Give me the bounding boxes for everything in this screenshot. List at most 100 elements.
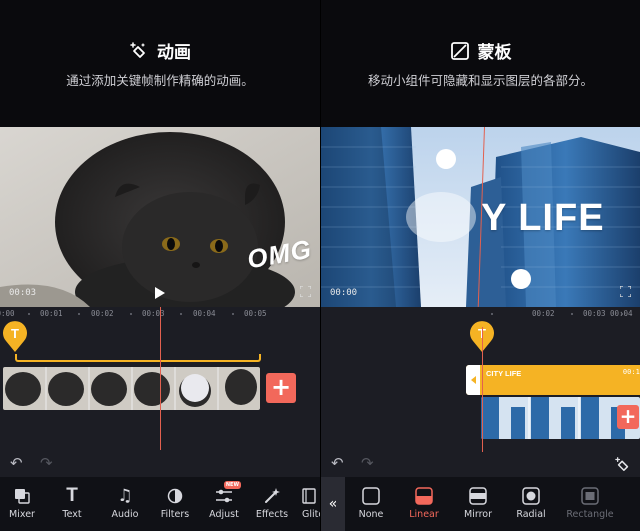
mask-handle-top[interactable] — [436, 149, 456, 169]
mask-header: 蒙板 移动小组件可隐藏和显示图层的各部分。 — [321, 0, 640, 127]
video-current-time: 00:00 — [330, 288, 358, 298]
fullscreen-icon[interactable] — [300, 286, 311, 297]
animation-header: 动画 通过添加关键帧制作精确的动画。 — [0, 0, 320, 127]
collapse-button[interactable]: « — [321, 477, 345, 531]
new-badge: NEW — [223, 481, 241, 489]
add-clip-button[interactable]: + — [617, 405, 639, 429]
undo-icon[interactable]: ↶ — [10, 454, 23, 472]
mask-handle-bottom[interactable] — [511, 269, 531, 289]
tool-filters[interactable]: Filters — [150, 477, 200, 531]
clip-thumbnails — [3, 367, 260, 410]
ruler-label: 00:02 — [532, 309, 555, 318]
animation-subtitle: 通过添加关键帧制作精确的动画。 — [66, 73, 254, 88]
linear-mask-icon — [415, 487, 433, 505]
radial-mask-icon — [522, 487, 540, 505]
magic-wand-icon — [265, 488, 280, 503]
ruler-label: 00:00 — [0, 309, 15, 318]
cat-video-frame — [0, 127, 320, 307]
ruler-dot — [28, 313, 30, 315]
tool-effects[interactable]: Effects — [248, 477, 296, 531]
mask-option-rectangle[interactable]: Rectangle — [557, 477, 623, 531]
main-toolbar: Mixer T Text ♫ Audio Filters NEW Adjust … — [0, 477, 320, 531]
mask-editor: Y LIFE 00:00 00:02 00:03 00:04 T CITY LI… — [321, 127, 640, 531]
tool-audio[interactable]: ♫ Audio — [100, 477, 150, 531]
animation-title-row: 动画 — [0, 38, 320, 63]
redo-icon[interactable]: ↷ — [40, 454, 53, 472]
mask-option-mirror[interactable]: Mirror — [451, 477, 505, 531]
mask-option-none[interactable]: None — [345, 477, 397, 531]
animation-title: 动画 — [157, 43, 191, 63]
mask-option-label: None — [358, 509, 384, 520]
mask-title-row: 蒙板 — [321, 38, 640, 63]
trim-left-icon — [471, 376, 476, 384]
playhead[interactable] — [160, 307, 161, 450]
tool-label: Effects — [255, 509, 289, 520]
mask-toolbar: « None Linear Mirror Radial Rectangle — [321, 477, 640, 531]
keyframe-handle[interactable] — [181, 374, 209, 402]
ruler-label: 00:01 — [40, 309, 63, 318]
video-current-time: 00:03 — [9, 288, 37, 298]
mask-option-label: Mirror — [464, 509, 492, 520]
none-mask-icon — [362, 487, 380, 505]
ruler-label: 00:05 — [244, 309, 267, 318]
music-note-icon: ♫ — [117, 486, 133, 506]
ruler-dot — [232, 313, 234, 315]
text-clip-range[interactable] — [15, 354, 261, 362]
clip-title: CITY LIFE — [486, 369, 522, 378]
tool-label: Filters — [160, 509, 190, 520]
tool-mixer[interactable]: Mixer — [0, 477, 44, 531]
glitch-icon — [302, 488, 316, 504]
tool-label: Mixer — [9, 509, 35, 520]
play-icon[interactable] — [155, 287, 165, 299]
add-clip-button[interactable]: + — [266, 373, 296, 403]
filters-icon — [167, 488, 183, 504]
double-chevron-left-icon: « — [328, 496, 338, 512]
ruler-dot — [491, 313, 493, 315]
mask-title: 蒙板 — [477, 43, 512, 63]
text-keyframe-pin[interactable]: T — [1, 319, 29, 353]
text-icon: T — [66, 485, 78, 506]
ruler-label: 00:03 — [142, 309, 165, 318]
undo-icon[interactable]: ↶ — [331, 454, 344, 472]
adjust-icon — [216, 489, 232, 503]
ruler-dot — [571, 313, 573, 315]
clip-trim-handle[interactable] — [466, 365, 480, 395]
tool-label: Audio — [111, 509, 139, 520]
mirror-mask-icon — [469, 487, 487, 505]
tool-glitch[interactable]: Glitch — [296, 477, 320, 531]
mask-option-radial[interactable]: Radial — [505, 477, 557, 531]
keyframe-add-icon[interactable] — [614, 456, 632, 472]
clip-duration: 00:16 — [622, 368, 640, 376]
playhead[interactable] — [482, 327, 483, 452]
mask-subtitle: 移动小组件可隐藏和显示图层的各部分。 — [367, 73, 593, 88]
ruler-label: 00:04 — [193, 309, 216, 318]
ruler-label: 00:04 — [610, 309, 633, 318]
y-life-overlay-text[interactable]: Y LIFE — [481, 197, 605, 240]
tool-label: Glitch — [302, 509, 320, 520]
svg-text:T: T — [11, 326, 19, 341]
mask-option-label: Linear — [409, 509, 439, 520]
rectangle-mask-icon — [581, 487, 599, 505]
redo-icon[interactable]: ↷ — [361, 454, 374, 472]
tool-label: Adjust — [209, 509, 239, 520]
ruler-dot — [180, 313, 182, 315]
video-clip-strip[interactable] — [3, 367, 260, 410]
mask-icon — [450, 41, 469, 60]
tool-label: Text — [62, 509, 82, 520]
tool-adjust[interactable]: NEW Adjust — [200, 477, 248, 531]
animation-editor: OMG 00:03 00:00 00:01 00:02 00:03 00:04 … — [0, 127, 320, 531]
tool-text[interactable]: T Text — [44, 477, 100, 531]
video-preview[interactable]: OMG 00:03 — [0, 127, 320, 307]
ruler-dot — [78, 313, 80, 315]
sparkle-diamond-icon — [130, 41, 145, 58]
mask-option-label: Radial — [516, 509, 546, 520]
mask-option-linear[interactable]: Linear — [397, 477, 451, 531]
ruler-dot — [130, 313, 132, 315]
mask-option-label: Rectangle — [566, 509, 614, 520]
ruler-label: 00:02 — [91, 309, 114, 318]
video-preview[interactable]: Y LIFE 00:00 — [321, 127, 640, 307]
fullscreen-icon[interactable] — [620, 286, 631, 297]
mixer-icon — [15, 489, 30, 504]
text-clip-city-life[interactable]: CITY LIFE 00:16 — [466, 365, 640, 395]
ruler-label: 00:03 — [583, 309, 606, 318]
